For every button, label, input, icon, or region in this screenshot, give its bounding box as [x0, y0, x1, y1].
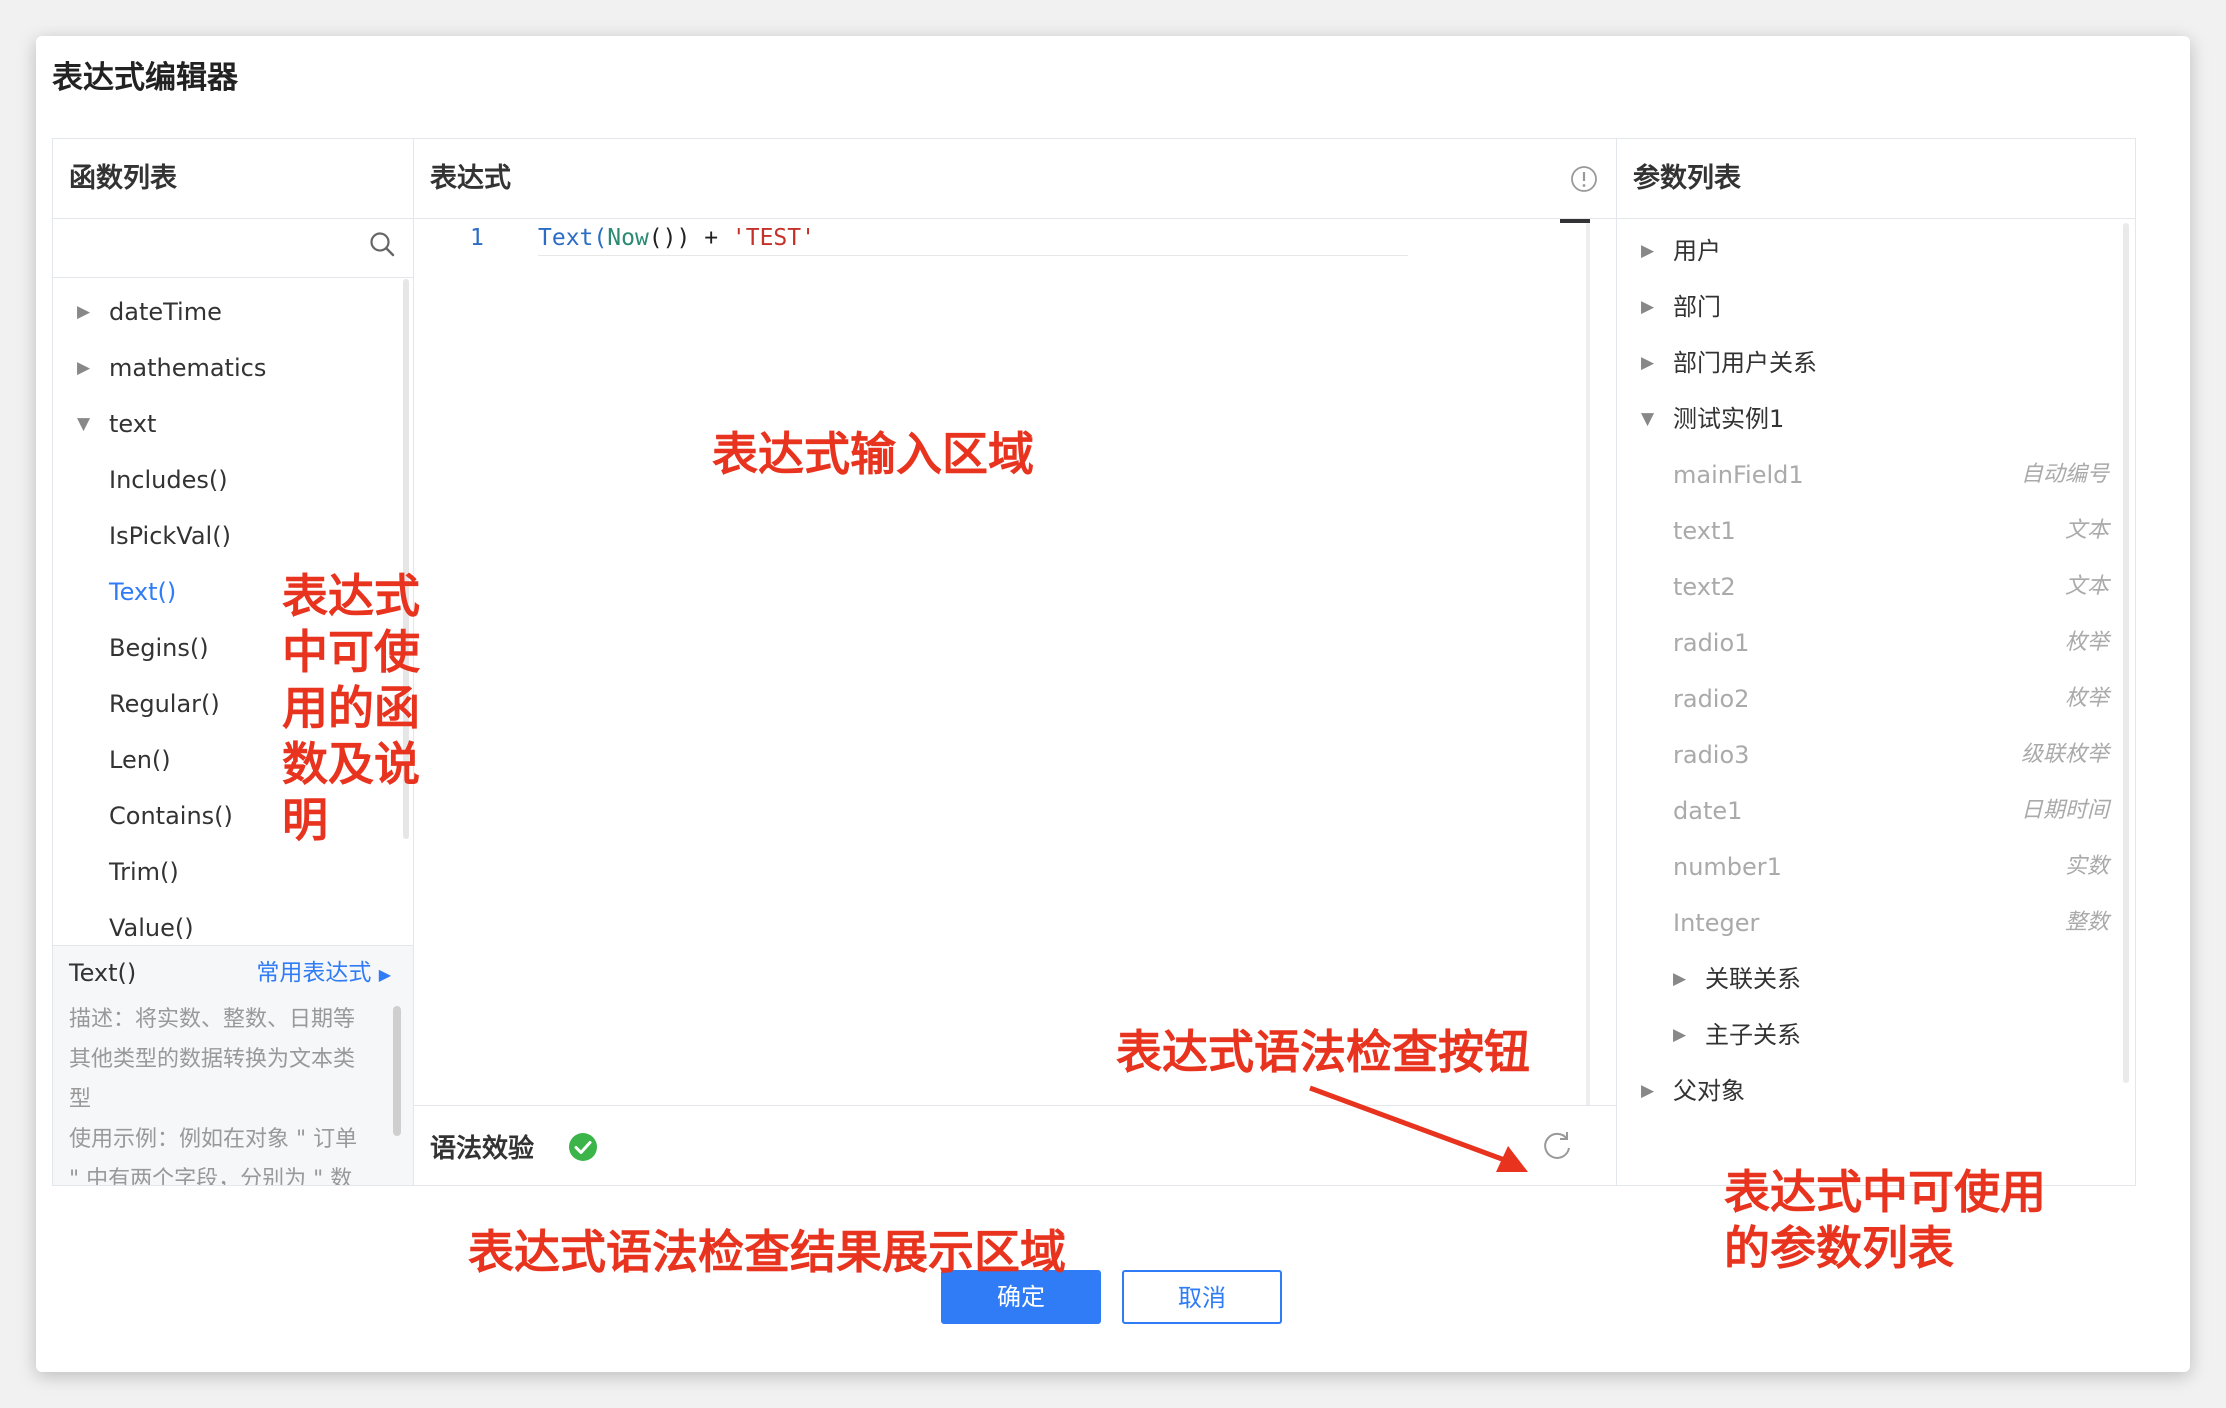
annotation-arrow-icon	[1309, 1085, 1528, 1172]
common-expressions-link[interactable]: 常用表达式 ▶	[256, 946, 391, 1002]
expression-input[interactable]: 1 Text(Now()) + 'TEST'	[414, 219, 1616, 1105]
function-description: Text() 常用表达式 ▶ 描述：将实数、整数、日期等 其他类型的数据转换为文…	[53, 945, 413, 1185]
description-scrollbar[interactable]	[393, 1006, 401, 1136]
category-mathematics[interactable]: ▶ mathematics	[53, 340, 413, 396]
search-icon[interactable]	[369, 231, 395, 257]
category-datetime[interactable]: ▶ dateTime	[53, 284, 413, 340]
refresh-icon[interactable]	[1540, 1128, 1574, 1162]
param-node-user[interactable]: ▶ 用户	[1617, 223, 2135, 279]
function-item[interactable]: Trim()	[53, 844, 413, 900]
caret-right-icon: ▶	[1641, 1081, 1655, 1101]
param-field[interactable]: radio2 枚举	[1617, 671, 2135, 727]
caret-right-icon: ▶	[378, 965, 391, 984]
param-node-dept-user[interactable]: ▶ 部门用户关系	[1617, 335, 2135, 391]
parameter-list-scrollbar[interactable]	[2123, 223, 2129, 1083]
param-field[interactable]: text2 文本	[1617, 559, 2135, 615]
caret-down-icon: ▼	[77, 414, 91, 434]
param-field[interactable]: text1 文本	[1617, 503, 2135, 559]
check-circle-icon	[569, 1133, 597, 1161]
function-list-header: 函数列表	[53, 139, 413, 219]
function-description-text: 描述：将实数、整数、日期等 其他类型的数据转换为文本类 型 使用示例：例如在对象…	[69, 1007, 358, 1185]
expression-header: 表达式	[414, 139, 1616, 219]
function-description-name: Text()	[69, 959, 137, 987]
caret-right-icon: ▶	[1673, 1025, 1687, 1045]
parameter-list-header: 参数列表	[1617, 139, 2135, 219]
annotation-params: 表达式中可使用 的参数列表	[1724, 1165, 2046, 1275]
param-node-test-instance[interactable]: ▼ 测试实例1	[1617, 391, 2135, 447]
param-field[interactable]: mainField1 自动编号	[1617, 447, 2135, 503]
caret-down-icon: ▼	[1641, 409, 1655, 429]
syntax-check-label: 语法效验	[430, 1134, 535, 1164]
caret-right-icon: ▶	[1641, 241, 1655, 261]
parameter-tree: ▶ 用户 ▶ 部门 ▶ 部门用户关系 ▼ 测试实例1 mainField1 自动编号 te…	[1617, 219, 2135, 1119]
parameter-list-panel: 参数列表 ▶ 用户 ▶ 部门 ▶ 部门用户关系 ▼ 测试实例1 mainField1 自动…	[1616, 138, 2136, 1186]
param-field[interactable]: number1 实数	[1617, 839, 2135, 895]
annotation-input-area: 表达式输入区域	[712, 427, 1034, 481]
caret-right-icon: ▶	[1673, 969, 1687, 989]
param-field[interactable]: radio1 枚举	[1617, 615, 2135, 671]
expression-code[interactable]: Text(Now()) + 'TEST'	[538, 225, 1408, 256]
param-node-parent[interactable]: ▶ 父对象	[1617, 1063, 2135, 1119]
editor-scrollbar[interactable]	[1586, 219, 1590, 1105]
function-search[interactable]	[53, 219, 413, 278]
param-field[interactable]: date1 日期时间	[1617, 783, 2135, 839]
annotation-functions: 表达式 中可使 用的函 数及说 明	[282, 569, 420, 847]
annotation-check-result: 表达式语法检查结果展示区域	[468, 1225, 1066, 1279]
param-node-relation[interactable]: ▶ 关联关系	[1617, 951, 2135, 1007]
param-field[interactable]: radio3 级联枚举	[1617, 727, 2135, 783]
caret-right-icon: ▶	[1641, 297, 1655, 317]
caret-right-icon: ▶	[77, 358, 91, 378]
line-number: 1	[470, 225, 484, 251]
param-node-master-detail[interactable]: ▶ 主子关系	[1617, 1007, 2135, 1063]
function-item[interactable]: IsPickVal()	[53, 508, 413, 564]
editor-scroll-thumb[interactable]	[1560, 219, 1590, 223]
caret-right-icon: ▶	[77, 302, 91, 322]
cancel-button[interactable]: 取消	[1122, 1270, 1282, 1324]
param-node-department[interactable]: ▶ 部门	[1617, 279, 2135, 335]
function-item[interactable]: Includes()	[53, 452, 413, 508]
category-text[interactable]: ▼ text	[53, 396, 413, 452]
dialog-title: 表达式编辑器	[52, 60, 238, 96]
caret-right-icon: ▶	[1641, 353, 1655, 373]
param-field[interactable]: Integer 整数	[1617, 895, 2135, 951]
info-icon[interactable]	[1570, 165, 1598, 193]
annotation-check-button: 表达式语法检查按钮	[1116, 1025, 1530, 1079]
